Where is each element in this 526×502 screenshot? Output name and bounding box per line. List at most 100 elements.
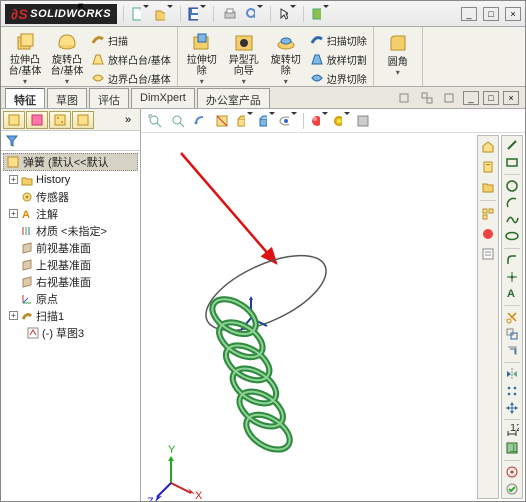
tree-sensors[interactable]: 传感器 [3,188,138,205]
doc-maximize-button[interactable]: □ [483,91,499,105]
panel-tab-dim[interactable] [72,111,94,129]
window-minimize-button[interactable]: _ [461,7,477,21]
window-close-button[interactable]: × [505,7,521,21]
revolve-cut-button[interactable]: 旋转切除▾ [266,29,306,85]
print-button[interactable] [220,5,240,23]
panel-tab-feature-tree[interactable] [3,111,25,129]
doc-prev-button[interactable] [395,89,415,107]
panel-tab-row: » [1,109,140,131]
offset-entities-button[interactable] [503,343,521,358]
boundary-button[interactable]: 边界凸台/基体 [89,69,173,87]
tab-evaluate[interactable]: 评估 [89,88,129,108]
panel-tab-config[interactable] [49,111,71,129]
doc-tile-button[interactable] [417,89,437,107]
task-resources-button[interactable] [479,138,497,156]
tree-filter-row[interactable] [1,131,140,151]
panel-tab-property[interactable] [26,111,48,129]
expander-icon[interactable]: + [9,175,18,184]
task-appearances-button[interactable] [479,225,497,243]
previous-view-button[interactable] [191,112,209,130]
appearance-button[interactable] [310,112,328,130]
task-custom-props-button[interactable] [479,245,497,263]
extrude-boss-button[interactable]: 拉伸凸台/基体▾ [5,29,45,85]
panel-collapse-button[interactable]: » [118,111,138,129]
task-view-palette-button[interactable] [479,205,497,223]
sweep-cut-button[interactable]: 扫描切除 [308,31,369,49]
render-button[interactable] [354,112,372,130]
sweep-button[interactable]: 扫描 [89,31,173,49]
circle-tool-button[interactable] [503,178,521,193]
display-style-button[interactable] [257,112,275,130]
hide-show-button[interactable] [279,112,297,130]
graphics-canvas[interactable]: Y X Z [141,133,525,501]
task-design-library-button[interactable] [479,158,497,176]
revolve-boss-button[interactable]: 旋转凸台/基体▾ [47,29,87,85]
ellipse-tool-button[interactable] [503,229,521,244]
rebuild-button[interactable] [310,5,330,23]
expander-icon[interactable]: + [9,209,18,218]
tree-origin[interactable]: 原点 [3,290,138,307]
line-tool-button[interactable] [503,138,521,153]
convert-entities-button[interactable] [503,326,521,341]
extrude-boss-icon [13,31,37,53]
arc-tool-button[interactable] [503,195,521,210]
relation-button[interactable]: ⊥ [503,441,521,456]
print-preview-button[interactable] [244,5,264,23]
loft-button[interactable]: 放样凸台/基体 [89,50,173,68]
fillet-button[interactable]: 圆角▾ [378,29,418,85]
extrude-cut-button[interactable]: 拉伸切除▾ [182,29,222,85]
move-tool-button[interactable] [503,400,521,415]
mirror-tool-button[interactable] [503,367,521,382]
loft-cut-button[interactable]: 放样切割 [308,50,369,68]
tree-sketch3[interactable]: (-) 草图3 [3,324,138,341]
zoom-fit-button[interactable] [147,112,165,130]
ds-logo-icon: ∂S [11,6,28,22]
tab-dimxpert[interactable]: DimXpert [131,88,195,108]
tree-sweep1[interactable]: + 扫描1 [3,307,138,324]
tree-history[interactable]: + History [3,171,138,188]
spring-model [164,292,338,457]
extrude-cut-icon [190,31,214,53]
trim-tool-button[interactable] [503,310,521,325]
zoom-area-button[interactable] [169,112,187,130]
section-view-button[interactable] [213,112,231,130]
tree-annotations[interactable]: + A 注解 [3,205,138,222]
boundary-cut-button[interactable]: 边界切除 [308,69,369,87]
doc-minimize-button[interactable]: _ [463,91,479,105]
view-orientation-button[interactable] [235,112,253,130]
spline-tool-button[interactable] [503,212,521,227]
rect-tool-button[interactable] [503,155,521,170]
tab-office[interactable]: 办公室产品 [197,88,270,108]
doc-cascade-button[interactable] [439,89,459,107]
open-file-button[interactable] [154,5,174,23]
tab-sketch[interactable]: 草图 [47,88,87,108]
quick-snap-button[interactable] [503,465,521,480]
plane-icon [21,259,33,271]
tree-right-plane[interactable]: 右视基准面 [3,273,138,290]
text-tool-button[interactable]: A [503,286,521,301]
tree-top-plane[interactable]: 上视基准面 [3,256,138,273]
task-file-explorer-button[interactable] [479,178,497,196]
fillet-sketch-button[interactable] [503,252,521,267]
svg-text:12: 12 [510,424,519,434]
plane-icon [21,276,33,288]
scene-button[interactable] [332,112,350,130]
tab-feature[interactable]: 特征 [5,88,45,108]
point-tool-button[interactable] [503,269,521,284]
tree-root-part[interactable]: 弹簧 (默认<<默认 [3,153,138,171]
repair-sketch-button[interactable] [503,481,521,496]
pattern-tool-button[interactable] [503,384,521,399]
task-pane-bar [477,135,499,499]
window-maximize-button[interactable]: □ [483,7,499,21]
dimension-button[interactable]: 12 [503,424,521,439]
tree-material[interactable]: 材质 <未指定> [3,222,138,239]
new-file-button[interactable] [130,5,150,23]
tree-front-plane[interactable]: 前视基准面 [3,239,138,256]
select-button[interactable] [277,5,297,23]
save-button[interactable] [187,5,207,23]
doc-close-button[interactable]: × [503,91,519,105]
graphics-viewport[interactable]: Y X Z [141,109,525,501]
hole-wizard-button[interactable]: 异型孔向导▾ [224,29,264,85]
material-icon [21,225,33,237]
expander-icon[interactable]: + [9,311,18,320]
